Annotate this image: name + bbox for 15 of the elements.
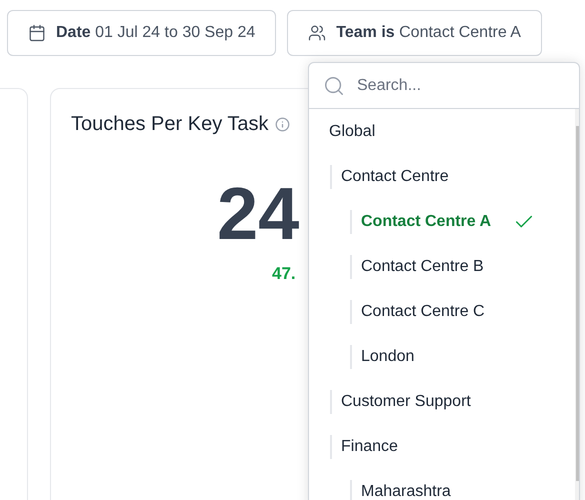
metric-change: 47. [272, 263, 296, 285]
search-field[interactable]: Search... [357, 74, 565, 98]
team-option[interactable]: Maharashtra [361, 480, 451, 500]
metric-value: 24 [217, 177, 300, 251]
team-option[interactable]: Contact Centre [341, 164, 449, 188]
team-option[interactable]: Contact Centre B [361, 254, 484, 278]
card-title: Touches Per Key Task [71, 112, 269, 137]
team-option[interactable]: Global [329, 120, 376, 144]
team-option[interactable]: Finance [341, 434, 398, 458]
team-option[interactable]: Contact Centre A [361, 210, 492, 234]
team-option[interactable]: London [361, 344, 414, 368]
team-option[interactable]: Contact Centre C [361, 300, 485, 324]
filter-button[interactable]: Team is Contact Centre A [287, 10, 542, 56]
filter-button[interactable]: Date 01 Jul 24 to 30 Sep 24 [7, 10, 276, 56]
team-option[interactable]: Customer Support [341, 390, 471, 414]
